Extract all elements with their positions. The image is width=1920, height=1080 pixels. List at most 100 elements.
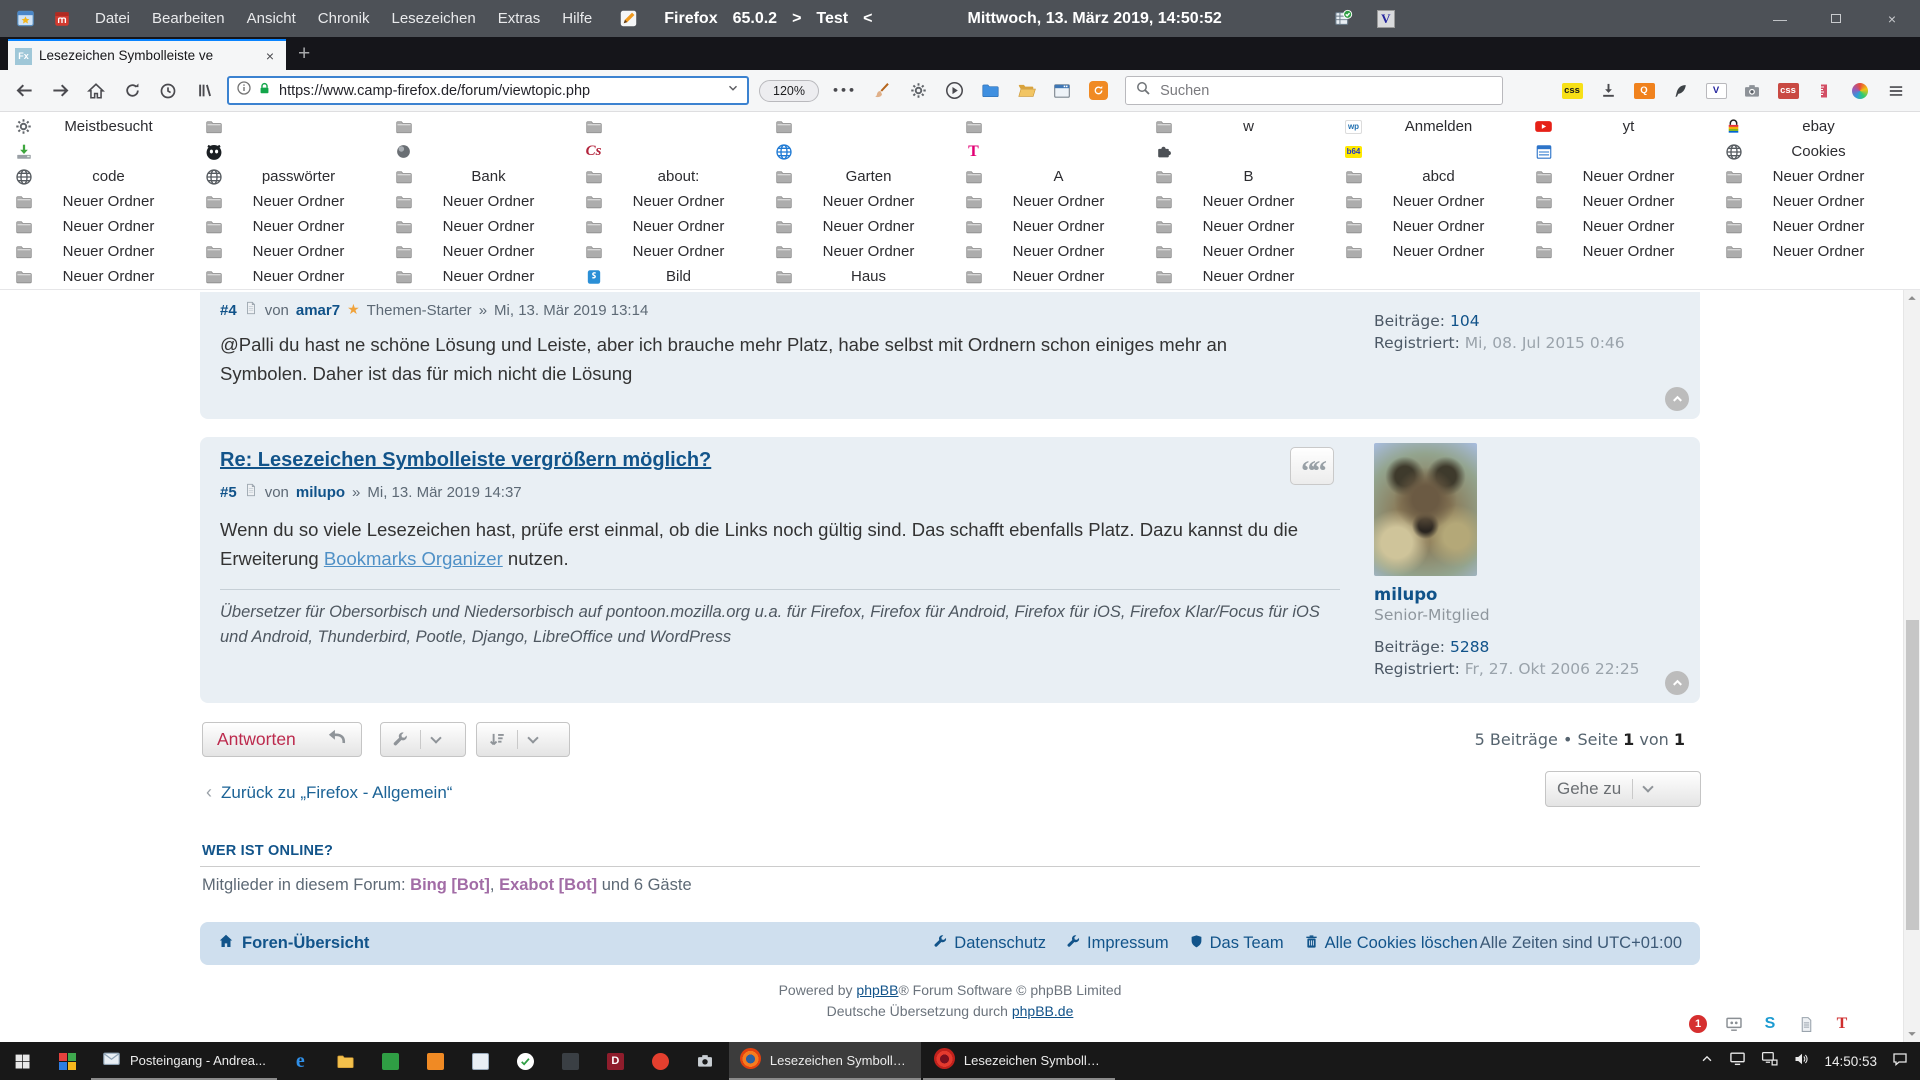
bookmark-item[interactable]	[572, 114, 762, 139]
bookmark-item-neuer-ordner[interactable]: Neuer Ordner	[2, 239, 192, 264]
taskbar-button-firefox-1[interactable]: Lesezeichen Symbolle...	[729, 1042, 921, 1080]
goto-button[interactable]: Gehe zu	[1545, 771, 1701, 807]
bookmark-item-meistbesucht[interactable]: Meistbesucht	[2, 114, 192, 139]
bookmark-item[interactable]	[2, 139, 192, 164]
network-icon[interactable]	[1761, 1050, 1778, 1072]
bookmark-item-neuer-ordner[interactable]: Neuer Ordner	[1142, 264, 1332, 289]
bookmark-item-code[interactable]: code	[2, 164, 192, 189]
bookmark-item-anmelden[interactable]: wpAnmelden	[1332, 114, 1522, 139]
forum-overview-link[interactable]: Foren-Übersicht	[218, 933, 369, 954]
menu-lesezeichen[interactable]: Lesezeichen	[380, 10, 486, 27]
tray-monitor-app-icon[interactable]	[1724, 1014, 1744, 1034]
screenshot-icon[interactable]	[1734, 75, 1770, 107]
tray-doc-app-icon[interactable]	[1796, 1014, 1816, 1034]
bookmark-item-neuer-ordner[interactable]: Neuer Ordner	[952, 239, 1142, 264]
taskbar-icon-d-app[interactable]: D	[593, 1042, 638, 1080]
taskbar-icon-dark-app[interactable]	[548, 1042, 593, 1080]
session-refresh-icon[interactable]	[1080, 75, 1116, 107]
taskbar-button-firefox-2[interactable]: Lesezeichen Symbolle...	[923, 1042, 1115, 1080]
bookmark-item-neuer-ordner[interactable]: Neuer Ordner	[2, 264, 192, 289]
window-app-icon[interactable]	[1044, 75, 1080, 107]
bookmark-item-neuer-ordner[interactable]: Neuer Ordner	[1712, 239, 1902, 264]
url-bar[interactable]: https://www.camp-firefox.de/forum/viewto…	[227, 76, 749, 105]
taskbar-icon-note-app[interactable]	[458, 1042, 503, 1080]
forward-button[interactable]	[42, 75, 78, 107]
taskbar-icon-green-app[interactable]	[368, 1042, 413, 1080]
palette-icon[interactable]	[1842, 75, 1878, 107]
scroll-top-icon[interactable]	[1665, 387, 1689, 411]
bookmark-item-w[interactable]: w	[1142, 114, 1332, 139]
css-red-badge[interactable]: css	[1770, 75, 1806, 107]
menu-datei[interactable]: Datei	[84, 10, 141, 27]
bookmark-item-neuer-ordner[interactable]: Neuer Ordner	[192, 264, 382, 289]
zoom-indicator[interactable]: 120%	[759, 80, 819, 102]
tray-s-app-icon[interactable]: S	[1760, 1014, 1780, 1034]
taskbar-icon-folder-yellow[interactable]	[323, 1042, 368, 1080]
bookmark-item-neuer-ordner[interactable]: Neuer Ordner	[1332, 214, 1522, 239]
pencil-note-icon[interactable]	[616, 7, 640, 31]
bookmark-item-bank[interactable]: Bank	[382, 164, 572, 189]
bookmark-item-a[interactable]: A	[952, 164, 1142, 189]
bing-bot-link[interactable]: Bing [Bot]	[410, 876, 490, 894]
calendar-app-icon[interactable]	[50, 7, 74, 31]
start-button[interactable]	[0, 1042, 45, 1080]
minimize-button[interactable]: —	[1752, 0, 1808, 37]
colors-app-icon[interactable]	[45, 1042, 90, 1080]
bookmark-item-neuer-ordner[interactable]: Neuer Ordner	[952, 189, 1142, 214]
bookmark-item[interactable]	[1522, 139, 1712, 164]
blue-folder-icon[interactable]	[972, 75, 1008, 107]
bookmark-item-neuer-ordner[interactable]: Neuer Ordner	[1522, 189, 1712, 214]
phpbb-de-link[interactable]: phpBB.de	[1012, 1003, 1074, 1019]
css-yellow-badge[interactable]: css	[1554, 75, 1590, 107]
new-tab-button[interactable]: +	[298, 39, 310, 69]
taskbar-icon-check-app[interactable]	[503, 1042, 548, 1080]
bookmark-item-neuer-ordner[interactable]: Neuer Ordner	[1522, 164, 1712, 189]
avatar[interactable]	[1374, 443, 1477, 576]
bookmark-item-neuer-ordner[interactable]: Neuer Ordner	[572, 214, 762, 239]
back-to-forum-link[interactable]: Zurück zu „Firefox - Allgemein“	[221, 783, 452, 803]
bookmark-item-neuer-ordner[interactable]: Neuer Ordner	[1332, 189, 1522, 214]
post-doc-icon[interactable]	[244, 483, 258, 501]
quill-icon[interactable]	[1662, 75, 1698, 107]
bookmark-item-neuer-ordner[interactable]: Neuer Ordner	[192, 214, 382, 239]
menu-chronik[interactable]: Chronik	[307, 10, 381, 27]
bookmark-item[interactable]	[382, 114, 572, 139]
footer-link-das-team[interactable]: Das Team	[1189, 934, 1284, 954]
media-play-icon[interactable]	[936, 75, 972, 107]
post4-author-link[interactable]: amar7	[296, 302, 340, 319]
bookmark-item-neuer-ordner[interactable]: Neuer Ordner	[952, 264, 1142, 289]
post-doc-icon[interactable]	[244, 301, 258, 319]
footer-link-datenschutz[interactable]: Datenschutz	[933, 934, 1046, 954]
reload-button[interactable]	[114, 75, 150, 107]
bookmark-item-neuer-ordner[interactable]: Neuer Ordner	[762, 214, 952, 239]
back-button[interactable]	[6, 75, 42, 107]
bookmark-item-ebay[interactable]: ebay	[1712, 114, 1902, 139]
tools-dropdown-icon[interactable]	[421, 723, 451, 756]
bookmark-item[interactable]	[1142, 139, 1332, 164]
bookmark-item-neuer-ordner[interactable]: Neuer Ordner	[382, 239, 572, 264]
bookmark-item-neuer-ordner[interactable]: Neuer Ordner	[2, 189, 192, 214]
footer-link-impressum[interactable]: Impressum	[1066, 934, 1169, 954]
tray-alert-badge-icon[interactable]: 1	[1688, 1014, 1708, 1034]
bookmark-item-neuer-ordner[interactable]: Neuer Ordner	[1142, 189, 1332, 214]
bookmark-item-garten[interactable]: Garten	[762, 164, 952, 189]
menu-hilfe[interactable]: Hilfe	[551, 10, 603, 27]
bookmark-item-bild[interactable]: Bild	[572, 264, 762, 289]
bookmark-item-neuer-ordner[interactable]: Neuer Ordner	[572, 189, 762, 214]
tab-lesezeichen-symbolleiste[interactable]: Fx Lesezeichen Symbolleiste ve ×	[8, 39, 286, 70]
bookmark-item-cookies[interactable]: Cookies	[1712, 139, 1902, 164]
site-info-icon[interactable]	[236, 80, 252, 101]
bookmark-item-neuer-ordner[interactable]: Neuer Ordner	[1142, 239, 1332, 264]
spreadsheet-check-icon[interactable]	[1332, 7, 1356, 31]
v-app-icon[interactable]: V	[1374, 7, 1398, 31]
bookmark-item-neuer-ordner[interactable]: Neuer Ordner	[382, 264, 572, 289]
taskbar-icon-red-app[interactable]	[638, 1042, 683, 1080]
topic-tools-button[interactable]	[380, 722, 466, 757]
bookmark-item-b[interactable]: B	[1142, 164, 1332, 189]
v-badge[interactable]: V	[1698, 75, 1734, 107]
scrollbar-down-icon[interactable]	[1904, 1026, 1920, 1042]
bookmark-window-icon[interactable]	[13, 7, 37, 31]
quote-button[interactable]: ““	[1290, 447, 1334, 485]
bookmark-item-passw-rter[interactable]: passwörter	[192, 164, 382, 189]
bookmark-item-neuer-ordner[interactable]: Neuer Ordner	[192, 189, 382, 214]
